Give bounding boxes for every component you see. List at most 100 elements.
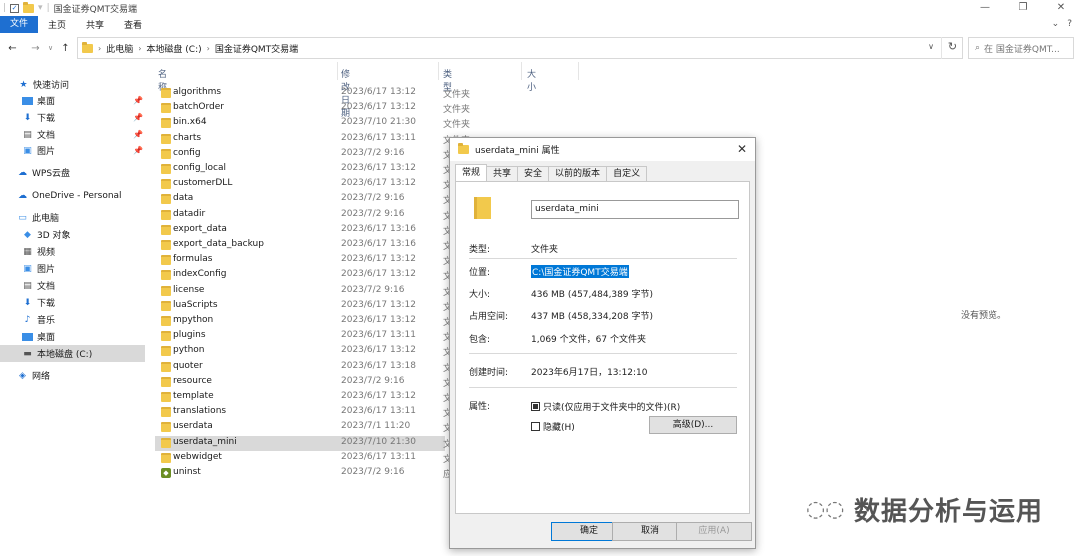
tab-share[interactable]: 共享 — [76, 18, 114, 31]
list-item[interactable]: bin.x64 2023/7/10 21:30 文件夹 — [155, 116, 470, 131]
pin-icon[interactable]: 📌 — [133, 96, 143, 105]
list-item[interactable]: plugins 2023/6/17 13:11 文 — [155, 329, 452, 344]
list-item[interactable]: translations 2023/6/17 13:11 文 — [155, 405, 452, 420]
list-item[interactable]: resource 2023/7/2 9:16 文 — [155, 375, 452, 390]
list-item[interactable]: license 2023/7/2 9:16 文 — [155, 284, 452, 299]
sidebar-item-videos[interactable]: ▦ 视频 — [0, 243, 145, 260]
advanced-button[interactable]: 高级(D)... — [649, 416, 737, 434]
minimize-button[interactable]: — — [966, 0, 1004, 16]
sidebar-item-desktop-pc[interactable]: 桌面 — [0, 328, 145, 345]
list-item[interactable]: data 2023/7/2 9:16 文 — [155, 192, 452, 207]
checkbox-icon[interactable]: ✓ — [10, 3, 20, 13]
chevron-right-icon[interactable]: › — [207, 44, 210, 53]
hidden-checkbox[interactable]: 隐藏(H) — [531, 420, 575, 433]
close-button[interactable]: ✕ — [1042, 0, 1080, 16]
tab-view[interactable]: 查看 — [114, 18, 152, 31]
list-item[interactable]: config_local 2023/6/17 13:12 文 — [155, 162, 452, 177]
list-item[interactable]: datadir 2023/7/2 9:16 文 — [155, 208, 452, 223]
address-bar[interactable]: › 此电脑 › 本地磁盘 (C:) › 国金证券QMT交易端 ∨ — [77, 37, 963, 59]
list-item[interactable]: charts2023/6/17 13:11文件夹 — [155, 132, 470, 147]
sidebar-item-3d-objects[interactable]: ◆ 3D 对象 — [0, 226, 145, 243]
list-item[interactable]: ◆ uninst 2023/7/2 9:16 应 — [155, 466, 452, 481]
list-item[interactable]: userdata 2023/7/1 11:20 文 — [155, 420, 452, 435]
sidebar-item-onedrive[interactable]: ☁ OneDrive - Personal — [0, 187, 145, 204]
sidebar-item-network[interactable]: ◈ 网络 — [0, 367, 145, 384]
column-divider[interactable] — [337, 62, 338, 80]
list-item[interactable]: export_data_backup 2023/6/17 13:16 文 — [155, 238, 452, 253]
dropdown-icon[interactable]: ▾ — [38, 3, 43, 13]
dialog-title-bar[interactable]: userdata_mini 属性 — [450, 138, 755, 161]
tab-general[interactable]: 常规 — [455, 164, 488, 181]
list-item[interactable]: template 2023/6/17 13:12 文 — [155, 390, 452, 405]
checkbox-icon[interactable] — [531, 422, 540, 431]
sidebar-item-pictures[interactable]: ▣ 图片 📌 — [0, 142, 145, 159]
search-input[interactable]: ⌕ 在 国金证券QMT... — [968, 37, 1074, 59]
list-item[interactable]: indexConfig 2023/6/17 13:12 文 — [155, 268, 452, 283]
list-item[interactable]: algorithms 2023/6/17 13:12 文件夹 — [155, 86, 470, 101]
download-icon: ⬇ — [23, 297, 32, 308]
recent-dropdown-icon[interactable]: ∨ — [44, 44, 57, 52]
sidebar-item-documents[interactable]: ▤ 文档 📌 — [0, 126, 145, 143]
list-item[interactable]: formulas 2023/6/17 13:12 文 — [155, 253, 452, 268]
location-value[interactable]: C:\国金证券QMT交易端 — [531, 265, 629, 278]
file-name: batchOrder — [173, 102, 224, 113]
list-item[interactable]: customerDLL 2023/6/17 13:12 文 — [155, 177, 452, 192]
folder-name-input[interactable]: userdata_mini — [531, 200, 739, 219]
sidebar-item-desktop[interactable]: 桌面 📌 — [0, 92, 145, 109]
list-item[interactable]: luaScripts 2023/6/17 13:12 文 — [155, 299, 452, 314]
breadcrumb-local-disk[interactable]: 本地磁盘 (C:) — [146, 42, 201, 55]
list-item[interactable]: python 2023/6/17 13:12 文 — [155, 344, 452, 359]
list-item[interactable]: config 2023/7/2 9:16 文 — [155, 147, 452, 162]
forward-arrow-icon[interactable]: → — [29, 43, 42, 54]
help-icon[interactable]: ? — [1067, 16, 1072, 33]
column-divider[interactable] — [438, 62, 439, 80]
tab-home[interactable]: 主页 — [38, 18, 76, 31]
column-header-label: 大小 — [527, 70, 537, 93]
folder-icon — [161, 148, 171, 159]
breadcrumb-qmt-folder[interactable]: 国金证券QMT交易端 — [215, 42, 298, 55]
list-item[interactable]: mpython 2023/6/17 13:12 文 — [155, 314, 452, 329]
close-icon[interactable]: ✕ — [737, 142, 747, 156]
column-divider[interactable] — [521, 62, 522, 80]
sidebar-item-documents-pc[interactable]: ▤ 文档 — [0, 277, 145, 294]
breadcrumb-this-pc[interactable]: 此电脑 — [106, 42, 133, 55]
pin-icon[interactable]: 📌 — [133, 113, 143, 122]
chevron-down-icon[interactable]: ∨ — [928, 42, 934, 51]
sidebar-item-downloads[interactable]: ⬇ 下载 📌 — [0, 109, 145, 126]
folder-icon[interactable] — [23, 1, 35, 13]
list-item[interactable]: quoter 2023/6/17 13:18 文 — [155, 360, 452, 375]
tab-file[interactable]: 文件 — [0, 16, 38, 33]
sidebar-item-pictures-pc[interactable]: ▣ 图片 — [0, 260, 145, 277]
sidebar-item-downloads-pc[interactable]: ⬇ 下载 — [0, 294, 145, 311]
sidebar-item-wps-cloud[interactable]: ☁ WPS云盘 — [0, 164, 145, 181]
chevron-right-icon[interactable]: › — [98, 44, 101, 53]
list-item[interactable]: userdata_mini 2023/7/10 21:30 文 — [155, 435, 452, 451]
type-label: 类型: — [469, 245, 491, 255]
readonly-checkbox[interactable]: 只读(仅应用于文件夹中的文件)(R) — [531, 400, 680, 413]
up-arrow-icon[interactable]: ↑ — [59, 43, 72, 54]
title-bar: | ✓ ▾ | 国金证券QMT交易端 — ❐ ✕ — [0, 0, 1080, 16]
sidebar-item-label: 图片 — [37, 147, 56, 157]
sidebar-item-local-disk[interactable]: ▬ 本地磁盘 (C:) — [0, 345, 145, 362]
refresh-icon[interactable]: ↻ — [941, 37, 963, 59]
chevron-right-icon[interactable]: › — [138, 44, 141, 53]
tab-previous-versions[interactable]: 以前的版本 — [548, 166, 608, 181]
maximize-button[interactable]: ❐ — [1004, 0, 1042, 16]
column-divider[interactable] — [578, 62, 579, 80]
list-item[interactable]: webwidget 2023/6/17 13:11 文 — [155, 451, 452, 466]
pin-icon[interactable]: 📌 — [133, 146, 143, 155]
pin-icon[interactable]: 📌 — [133, 130, 143, 139]
tab-customize[interactable]: 自定义 — [606, 166, 648, 181]
sidebar-item-music[interactable]: ♪ 音乐 — [0, 311, 145, 328]
tab-sharing[interactable]: 共享 — [486, 166, 519, 181]
back-arrow-icon[interactable]: ← — [6, 43, 19, 54]
tab-security[interactable]: 安全 — [517, 166, 550, 181]
file-date: 2023/7/1 11:20 — [341, 421, 411, 432]
checkbox-indeterminate-icon[interactable] — [531, 402, 540, 411]
list-item[interactable]: export_data 2023/6/17 13:16 文 — [155, 223, 452, 238]
sidebar-item-this-pc[interactable]: ▭ 此电脑 — [0, 209, 145, 226]
apply-button[interactable]: 应用(A) — [676, 522, 752, 541]
list-item[interactable]: batchOrder 2023/6/17 13:12 文件夹 — [155, 101, 470, 116]
expand-ribbon-icon[interactable]: ⌄ — [1052, 16, 1060, 33]
sidebar-item-quick-access[interactable]: ★ 快速访问 — [0, 76, 145, 93]
